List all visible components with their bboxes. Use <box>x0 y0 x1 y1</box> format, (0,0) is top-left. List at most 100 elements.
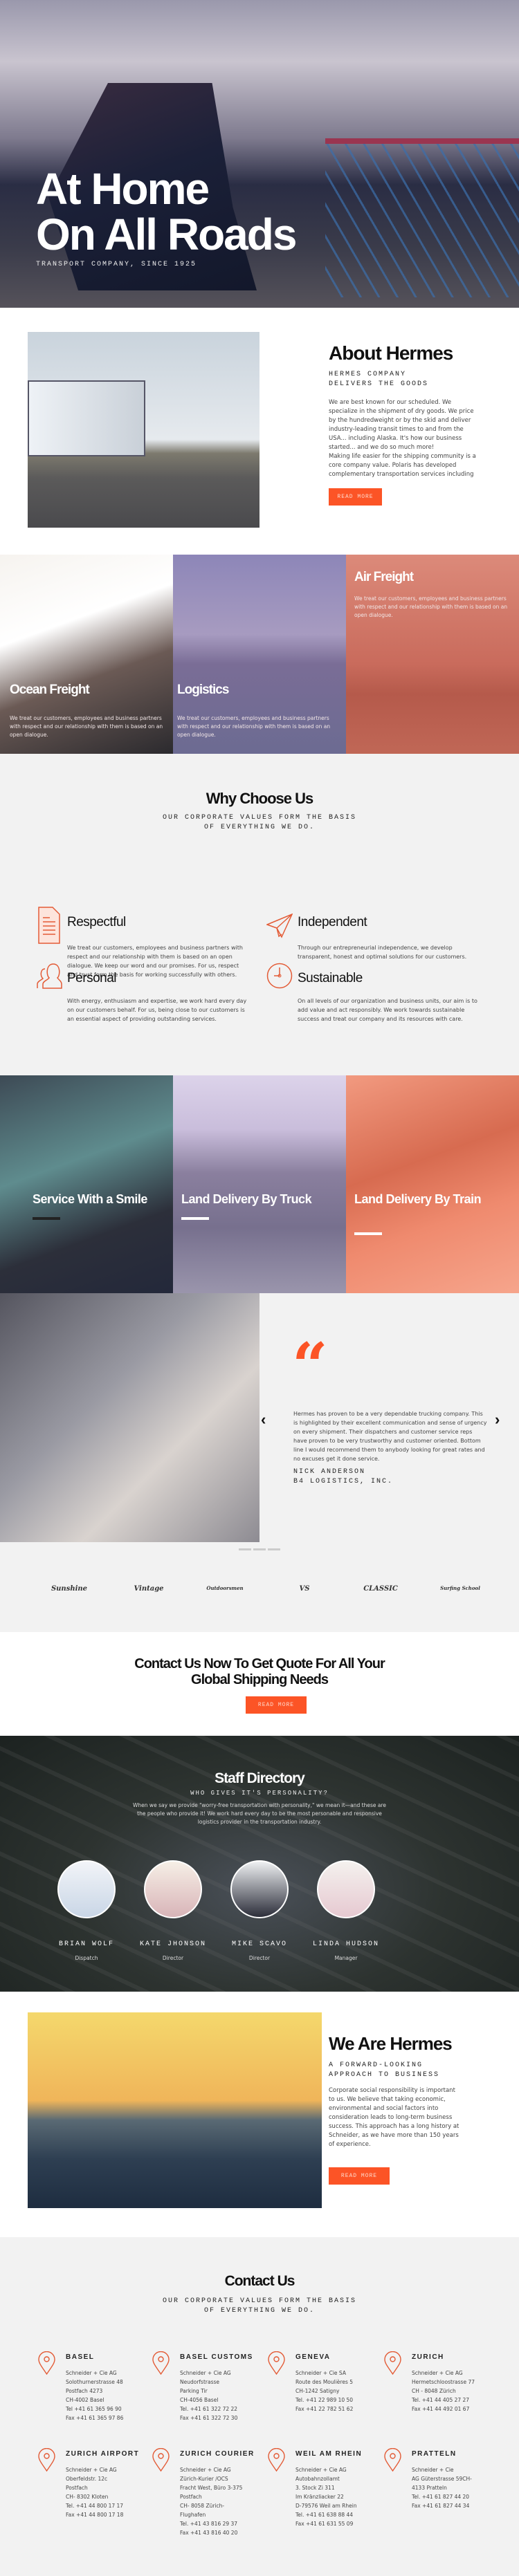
prev-arrow-button[interactable]: ‹ <box>261 1411 266 1429</box>
testimonial-image <box>0 1293 260 1542</box>
location-line: Tel +41 61 365 96 90 <box>66 2406 122 2412</box>
clock-icon <box>266 963 293 989</box>
location-name: BASEL <box>66 2353 95 2361</box>
location-line: Fax +41 61 631 55 09 <box>295 2521 354 2527</box>
location-line: Im Kränzliacker 22 <box>295 2494 344 2500</box>
contact-title: Contact Us <box>224 2273 295 2289</box>
card-land-delivery-truck[interactable]: Land Delivery By Truck <box>173 1075 346 1293</box>
card-service-with-a-smile[interactable]: Service With a Smile <box>0 1075 173 1293</box>
cta-read-more-button[interactable]: READ MORE <box>246 1696 307 1714</box>
location-line: Parking Tir <box>180 2388 208 2394</box>
location-line: D-79576 Weil am Rhein <box>295 2503 357 2509</box>
staff-text: When we say we provide "worry-free trans… <box>133 1802 386 1825</box>
location-line: Tel. +41 61 322 72 22 <box>180 2406 238 2412</box>
map-pin-icon <box>268 2448 285 2472</box>
staff-member: LINDA HUDSON Manager <box>304 1860 388 1961</box>
card-land-delivery-train[interactable]: Land Delivery By Train <box>346 1075 519 1293</box>
contact-subtitle: OF EVERYTHING WE DO. <box>203 2307 316 2315</box>
location-line: Fax +41 61 827 44 34 <box>412 2503 470 2509</box>
location-name: ZURICH AIRPORT <box>66 2450 140 2458</box>
logos-section: Sunshine Vintage Outdoorsmen VS CLASSIC Surfi… <box>0 1542 519 1632</box>
location-line: 3. Stock Zi 311 <box>295 2485 335 2491</box>
testimonial-quote: Hermes has proven to be a very dependabl… <box>293 1411 487 1462</box>
why-subtitle: OF EVERYTHING WE DO. <box>203 824 316 831</box>
staff-name: KATE JHONSON <box>139 1940 206 1948</box>
location-line: Zürich-Kurier /OCS <box>180 2476 228 2482</box>
why-choose-us-section: Why Choose Us OUR CORPORATE VALUES FORM … <box>0 754 519 1075</box>
about-text: We are best known for our scheduled. We … <box>329 399 474 451</box>
location-line: Hermetschloostrasse 77 <box>412 2379 475 2385</box>
map-pin-icon <box>152 2351 170 2375</box>
staff-subtitle: WHO GIVES IT'S PERSONALITY? <box>190 1790 329 1797</box>
service-title: Ocean Freight <box>10 683 90 697</box>
location-line: Fracht West, Büro 3-375 <box>180 2485 243 2491</box>
location-name: ZURICH <box>412 2353 444 2361</box>
location-line: CH-4002 Basel <box>66 2397 104 2403</box>
location-line: 4133 Pratteln <box>412 2485 447 2491</box>
hero-section: At Home On All Roads TRANSPORT COMPANY, … <box>0 0 519 308</box>
service-title: Air Freight <box>354 570 414 584</box>
location-line: Neudorfstrasse <box>180 2379 220 2385</box>
we-are-subtitle: A FORWARD-LOOKING <box>329 2061 424 2069</box>
slider-dot[interactable] <box>239 1548 251 1550</box>
staff-role: Manager <box>334 1955 358 1961</box>
location-line: Schneider + Cie AG <box>295 2467 347 2473</box>
users-icon <box>37 963 62 989</box>
why-subtitle: OUR CORPORATE VALUES FORM THE BASIS <box>162 814 357 822</box>
airplane-image <box>28 2012 322 2208</box>
staff-name: LINDA HUDSON <box>312 1940 379 1948</box>
next-arrow-button[interactable]: › <box>495 1411 500 1429</box>
we-are-title: We Are Hermes <box>329 2033 453 2054</box>
location-line: Tel. +41 22 989 10 50 <box>295 2397 354 2403</box>
location-line: Oberfeldstr. 12c <box>66 2476 108 2482</box>
map-pin-icon <box>384 2351 401 2375</box>
staff-member: BRIAN WOLF Dispatch <box>45 1860 128 1961</box>
paper-plane-icon <box>266 914 293 938</box>
hero-title: At Home On All Roads <box>36 164 297 259</box>
hero-title-line: On All Roads <box>36 210 297 259</box>
location-line: Fax +41 22 782 51 62 <box>295 2406 354 2412</box>
service-logistics[interactable]: Logistics We treat our customers, employ… <box>173 555 346 754</box>
location-line: Tel. +41 61 638 88 44 <box>295 2512 354 2518</box>
location-line: Schneider + Cie AG <box>180 2467 231 2473</box>
location-name: GENEVA <box>295 2353 331 2361</box>
about-title: About Hermes <box>329 342 453 364</box>
location-line: Tel. +41 44 405 27 27 <box>412 2397 470 2403</box>
location-line: CH- 8058 Zürich- <box>180 2503 225 2509</box>
card-title: Land Delivery By Truck <box>181 1192 312 1206</box>
slider-dot[interactable] <box>268 1548 280 1550</box>
value-title: Sustainable <box>298 971 363 985</box>
partner-logos: Sunshine Vintage Outdoorsmen VS CLASSIC Surfi… <box>0 1577 519 1611</box>
value-title: Independent <box>298 915 367 929</box>
testimonial-company: B4 LOGISTICS, INC. <box>293 1478 394 1485</box>
staff-photo <box>317 1860 375 1918</box>
location-line: Schneider + Cie AG <box>66 2370 117 2376</box>
partner-logo: VS <box>299 1585 310 1593</box>
cta-title: Global Shipping Needs <box>191 1672 329 1687</box>
staff-photo <box>57 1860 116 1918</box>
location-line: Postfach <box>66 2485 88 2491</box>
location-name: ZURICH COURIER <box>180 2450 255 2458</box>
hero-title-line: At Home <box>36 164 210 214</box>
document-icon <box>38 907 60 944</box>
location-line: Route des Moulières 5 <box>295 2379 354 2385</box>
service-text: We treat our customers, employees and bu… <box>177 715 331 738</box>
why-title: Why Choose Us <box>206 790 313 807</box>
quote-icon: “ <box>292 1329 328 1402</box>
service-ocean-freight[interactable]: Ocean Freight We treat our customers, em… <box>0 555 173 754</box>
location-line: Fax +41 61 322 72 30 <box>180 2415 238 2421</box>
location-line: Fax +41 44 800 17 18 <box>66 2512 124 2518</box>
location-line: CH-4056 Basel <box>180 2397 219 2403</box>
about-read-more-button[interactable]: READ MORE <box>329 488 382 506</box>
partner-logo: Sunshine <box>51 1585 88 1593</box>
service-title: Logistics <box>177 683 229 697</box>
about-subtitle: HERMES COMPANY <box>329 371 407 378</box>
value-title: Personal <box>67 971 117 985</box>
map-pin-icon <box>268 2351 285 2375</box>
location-line: Tel. +41 43 816 29 37 <box>180 2521 238 2527</box>
hero-crane-image <box>325 138 519 297</box>
service-air-freight[interactable]: Air Freight We treat our customers, empl… <box>346 555 519 754</box>
we-are-read-more-button[interactable]: READ MORE <box>329 2167 390 2185</box>
location-line: Fax +41 43 816 40 20 <box>180 2530 238 2536</box>
slider-dot[interactable] <box>253 1548 266 1550</box>
